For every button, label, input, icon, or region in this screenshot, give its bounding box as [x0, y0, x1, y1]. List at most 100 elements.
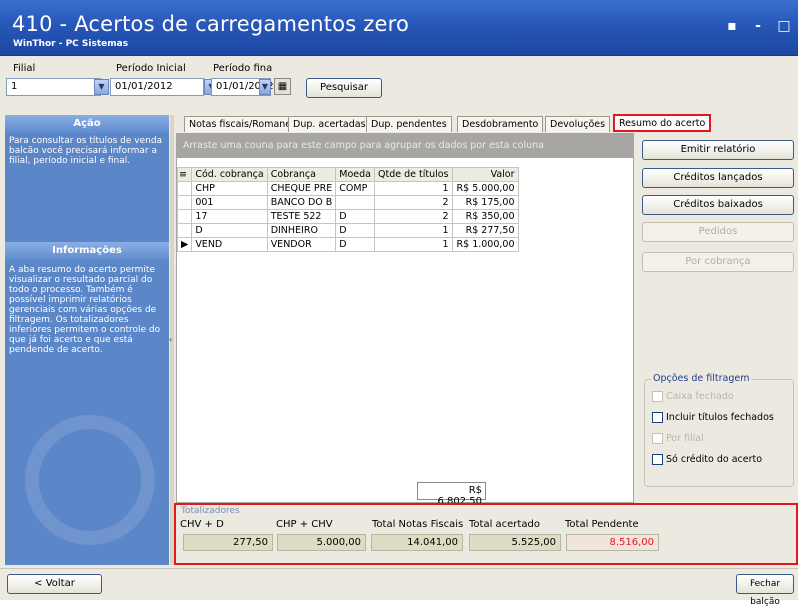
total-pendente-label: Total Pendente [565, 519, 639, 530]
totalizadores-title: Totalizadores [181, 506, 240, 516]
incluir-titulos-option[interactable]: Incluir títulos fechados [652, 412, 774, 423]
cell-codigo[interactable]: CHP [191, 181, 268, 196]
col-qtde-titulos[interactable]: Qtde de títulos [374, 167, 453, 182]
cell-codigo[interactable]: 001 [191, 195, 268, 210]
cell-valor[interactable]: R$ 5.000,00 [451, 181, 519, 196]
emitir-relatorio-button[interactable]: Emitir relatório [642, 140, 794, 160]
table-header-row: ≡ Cód. cobrança Cobrança Moeda Qtde de t… [176, 167, 519, 182]
cell-qtde[interactable]: 1 [374, 223, 453, 238]
filter-options-title: Opções de filtragem [651, 373, 752, 384]
table-row[interactable]: D DINHEIRO D 1 R$ 277,50 [176, 223, 519, 238]
cell-moeda[interactable]: D [335, 209, 375, 224]
window-controls: ▪ - □ [724, 18, 792, 34]
cell-codigo[interactable]: 17 [191, 209, 268, 224]
cell-qtde[interactable]: 1 [374, 181, 453, 196]
footer-divider [0, 568, 798, 569]
cell-valor[interactable]: R$ 175,00 [451, 195, 519, 210]
chv-d-value: 277,50 [183, 534, 273, 551]
col-cod-cobranca[interactable]: Cód. cobrança [191, 167, 268, 182]
tab-resumo-do-acerto[interactable]: Resumo do acerto [613, 114, 712, 132]
creditos-baixados-button[interactable]: Créditos baixados [642, 195, 794, 215]
total-acertado-label: Total acertado [469, 519, 540, 530]
creditos-lancados-button[interactable]: Créditos lançados [642, 168, 794, 188]
table-row[interactable]: 001 BANCO DO B 2 R$ 175,00 [176, 195, 519, 210]
cell-valor[interactable]: R$ 277,50 [451, 223, 519, 238]
col-valor[interactable]: Valor [451, 167, 519, 182]
caixa-fechado-label: Caixa fechado [666, 391, 734, 402]
por-cobranca-button[interactable]: Por cobrança [642, 252, 794, 272]
minimize-icon[interactable]: - [750, 18, 766, 34]
fechar-balcao-button[interactable]: Fechar balção [736, 574, 794, 607]
cell-cobranca[interactable]: TESTE 522 [266, 209, 337, 224]
tab-desdobramento[interactable]: Desdobramento [457, 116, 544, 132]
filial-dropdown-icon[interactable]: ▼ [94, 79, 109, 95]
total-notas-value: 14.041,00 [371, 534, 463, 551]
restore-icon[interactable]: ▪ [724, 18, 740, 34]
row-pointer [176, 223, 193, 238]
cell-qtde[interactable]: 1 [374, 237, 453, 252]
cell-valor[interactable]: R$ 350,00 [451, 209, 519, 224]
totalizadores-panel: Totalizadores CHV + D 277,50 CHP + CHV 5… [174, 503, 798, 565]
tab-notas-fiscais[interactable]: Notas fiscais/Romaneio [184, 116, 305, 132]
table-row[interactable]: ▶ VEND VENDOR D 1 R$ 1.000,00 [176, 237, 519, 252]
chp-chv-value: 5.000,00 [277, 534, 366, 551]
acao-heading: Ação [5, 115, 169, 133]
cell-codigo[interactable]: VEND [191, 237, 268, 252]
so-credito-checkbox[interactable] [652, 454, 663, 465]
row-pointer [176, 181, 193, 196]
table-row[interactable]: CHP CHEQUE PRE COMP 1 R$ 5.000,00 [176, 181, 519, 196]
tab-devolucoes[interactable]: Devoluções [545, 116, 611, 132]
pane-splitter[interactable]: ‹ [169, 115, 174, 565]
so-credito-label: Só crédito do acerto [666, 454, 763, 465]
cell-cobranca[interactable]: DINHEIRO [266, 223, 337, 238]
voltar-button[interactable]: < Voltar [7, 574, 102, 594]
table-row[interactable]: 17 TESTE 522 D 2 R$ 350,00 [176, 209, 519, 224]
col-moeda[interactable]: Moeda [335, 167, 375, 182]
cell-moeda[interactable]: D [335, 237, 375, 252]
cell-qtde[interactable]: 2 [374, 195, 453, 210]
row-pointer [176, 209, 193, 224]
window-subtitle: WinThor - PC Sistemas [13, 39, 129, 49]
pedidos-button[interactable]: Pedidos [642, 222, 794, 242]
cell-moeda[interactable]: COMP [335, 181, 375, 196]
resumo-grid-panel: Arraste uma couna para este campo para a… [176, 133, 634, 507]
caixa-fechado-checkbox[interactable] [652, 391, 663, 402]
actions-panel: Emitir relatório Créditos lançados Crédi… [637, 133, 798, 503]
chp-chv-label: CHP + CHV [276, 519, 333, 530]
group-by-area[interactable]: Arraste uma couna para este campo para a… [177, 134, 633, 158]
por-filial-option[interactable]: Por filial [652, 433, 704, 444]
cell-qtde[interactable]: 2 [374, 209, 453, 224]
pesquisar-button[interactable]: Pesquisar [306, 78, 382, 98]
tab-dup-pendentes[interactable]: Dup. pendentes [366, 116, 452, 132]
tab-dup-acertadas[interactable]: Dup. acertadas [288, 116, 371, 132]
watermark-logo [25, 415, 155, 545]
cell-cobranca[interactable]: VENDOR [266, 237, 337, 252]
cell-moeda[interactable] [335, 195, 375, 210]
por-filial-label: Por filial [666, 433, 704, 444]
cell-codigo[interactable]: D [191, 223, 268, 238]
cell-moeda[interactable]: D [335, 223, 375, 238]
periodo-final-dropdown-icon[interactable]: ▼ [259, 79, 271, 95]
total-pendente-value: 8.516,00 [566, 534, 659, 551]
periodo-inicial-label: Período Inicial [116, 63, 186, 74]
calendar-icon[interactable]: ▦ [274, 78, 291, 95]
cell-cobranca[interactable]: CHEQUE PRE [266, 181, 337, 196]
por-filial-checkbox[interactable] [652, 433, 663, 444]
grid-total-valor: R$ 6.802,50 [417, 482, 486, 507]
periodo-final-label: Período fina [213, 63, 273, 74]
incluir-titulos-checkbox[interactable] [652, 412, 663, 423]
row-pointer [176, 195, 193, 210]
filial-input[interactable]: 1 [6, 78, 101, 96]
chv-d-label: CHV + D [180, 519, 224, 530]
cell-cobranca[interactable]: BANCO DO B [266, 195, 337, 210]
resumo-table: ≡ Cód. cobrança Cobrança Moeda Qtde de t… [176, 167, 519, 252]
periodo-inicial-input[interactable]: 01/01/2012 [110, 78, 204, 96]
maximize-icon[interactable]: □ [776, 18, 792, 34]
collapse-arrow-icon[interactable]: ‹ [169, 335, 172, 344]
caixa-fechado-option[interactable]: Caixa fechado [652, 391, 734, 402]
filter-options-group: Opções de filtragem Caixa fechado Inclui… [644, 373, 794, 487]
col-cobranca[interactable]: Cobrança [266, 167, 337, 182]
cell-valor[interactable]: R$ 1.000,00 [451, 237, 519, 252]
so-credito-option[interactable]: Só crédito do acerto [652, 454, 762, 465]
title-bar[interactable]: 410 - Acertos de carregamentos zero WinT… [0, 0, 798, 56]
